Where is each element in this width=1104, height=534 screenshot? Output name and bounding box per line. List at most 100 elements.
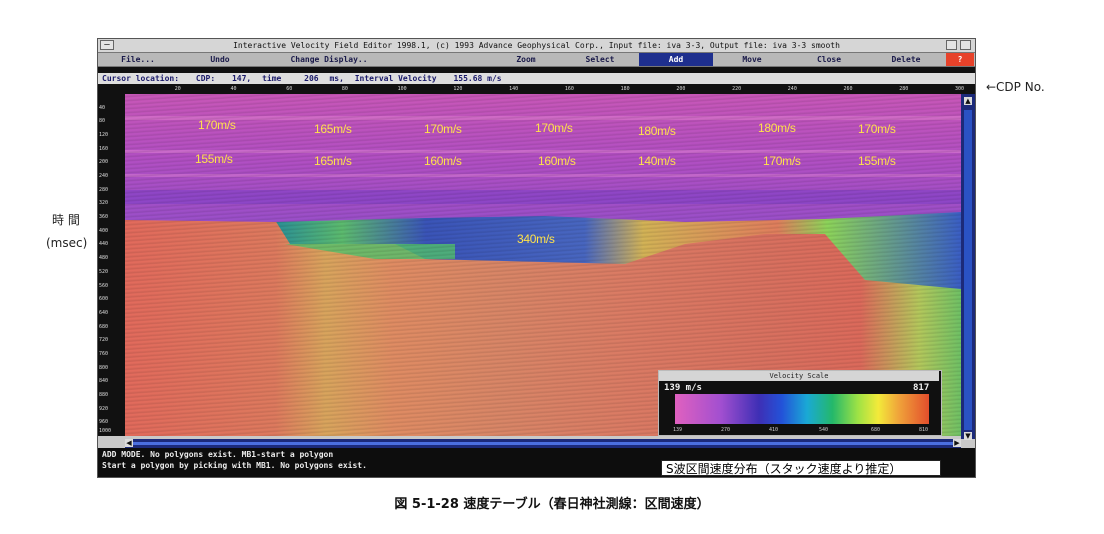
velocity-label: 340m/s — [517, 232, 555, 246]
velocity-scale-tick: 270 — [721, 427, 731, 433]
time-tick-label: 560 — [99, 282, 109, 289]
interval-velocity-label: Interval Velocity — [354, 74, 437, 83]
message-area: ADD MODE. No polygons exist. MB1-start a… — [98, 448, 975, 477]
menu-move[interactable]: Move — [716, 53, 788, 66]
time-tick-label: 160 — [99, 145, 109, 152]
velocity-scale-panel: Velocity Scale 139 m/s 817 139 270 410 5… — [658, 370, 942, 436]
time-value: 206 — [304, 74, 319, 83]
minimize-button[interactable] — [946, 40, 957, 50]
time-tick-label: 80 — [99, 118, 106, 125]
time-tick-label: 680 — [99, 323, 109, 330]
velocity-scale-tick: 540 — [819, 427, 829, 433]
title-bar: – Interactive Velocity Field Editor 1998… — [98, 39, 975, 53]
cdp-tick-label: 260 — [843, 86, 853, 92]
horizontal-scroll-thumb[interactable] — [133, 442, 953, 445]
time-tick-label: 320 — [99, 200, 109, 207]
time-tick-label: 760 — [99, 350, 109, 357]
scroll-up-icon[interactable]: ▲ — [964, 97, 972, 105]
menu-undo[interactable]: Undo — [190, 53, 250, 66]
msec-unit-label: (msec) — [46, 236, 88, 250]
window-menu-button[interactable]: – — [100, 40, 114, 50]
message-line-1: ADD MODE. No polygons exist. MB1-start a… — [102, 450, 334, 459]
cdp-tick-label: 300 — [955, 86, 965, 92]
velocity-scale-tick: 680 — [871, 427, 881, 433]
time-tick-label: 920 — [99, 405, 109, 412]
velocity-label: 160m/s — [538, 154, 576, 168]
time-tick-label: 360 — [99, 214, 109, 221]
time-tick-label: 40 — [99, 104, 106, 111]
velocity-label: 160m/s — [424, 154, 462, 168]
help-button[interactable]: ? — [946, 53, 974, 66]
time-tick-label: 640 — [99, 309, 109, 316]
s-wave-caption: S波区間速度分布（スタック速度より推定） — [661, 460, 941, 476]
time-tick-label: 400 — [99, 227, 109, 234]
menu-delete[interactable]: Delete — [868, 53, 944, 66]
time-unit: ms, — [329, 74, 344, 83]
cdp-tick-label: 100 — [397, 86, 407, 92]
time-tick-label: 200 — [99, 159, 109, 166]
menu-add[interactable]: Add — [639, 53, 713, 66]
cdp-tick-label: 160 — [564, 86, 574, 92]
time-tick-label: 120 — [99, 132, 109, 139]
menu-file[interactable]: File... — [108, 53, 168, 66]
cdp-tick-label: 240 — [787, 86, 797, 92]
time-tick-label: 240 — [99, 173, 109, 180]
velocity-label: 155m/s — [858, 154, 896, 168]
time-tick-label: 960 — [99, 419, 109, 426]
velocity-scale-max: 817 — [913, 383, 930, 393]
maximize-button[interactable] — [960, 40, 971, 50]
velocity-scale-title: Velocity Scale — [659, 371, 939, 381]
velocity-label: 180m/s — [758, 121, 796, 135]
time-tick-label: 280 — [99, 186, 109, 193]
cdp-axis-ruler: 20 40 60 80 100 120 140 160 180 200 220 240 260 280 30… — [98, 84, 975, 94]
scroll-right-icon[interactable]: ▶ — [953, 439, 961, 447]
vertical-scroll-thumb[interactable] — [964, 110, 972, 430]
cdp-number-label: ←CDP No. — [986, 80, 1045, 94]
velocity-color-bar — [675, 394, 929, 424]
velocity-label: 170m/s — [858, 122, 896, 136]
vertical-scrollbar[interactable]: ▲ ▼ — [961, 94, 975, 440]
figure-caption: 図 5-1-28 速度テーブル（春日神社測線：区間速度） — [394, 497, 710, 512]
interval-velocity-value: 155.68 m/s — [453, 74, 502, 83]
velocity-scale-tick: 410 — [769, 427, 779, 433]
window-title: Interactive Velocity Field Editor 1998.1… — [233, 41, 840, 50]
cdp-tick-label: 280 — [899, 86, 909, 92]
scroll-left-icon[interactable]: ◀ — [125, 439, 133, 447]
time-tick-label: 1000 — [99, 428, 112, 434]
time-tick-label: 480 — [99, 255, 109, 262]
cdp-tick-label: 120 — [453, 86, 463, 92]
velocity-label: 180m/s — [638, 124, 676, 138]
velocity-label: 170m/s — [763, 154, 801, 168]
time-tick-label: 720 — [99, 337, 109, 344]
cdp-tick-label: 40 — [230, 86, 237, 92]
cdp-tick-label: 140 — [509, 86, 519, 92]
time-tick-label: 600 — [99, 296, 109, 303]
cdp-tick-label: 200 — [676, 86, 686, 92]
velocity-scale-min: 139 m/s — [664, 383, 702, 393]
cdp-tick-label: 20 — [174, 86, 181, 92]
cursor-location-label: Cursor location: — [102, 74, 180, 83]
cdp-label: CDP: — [195, 74, 216, 83]
menu-close[interactable]: Close — [792, 53, 866, 66]
menu-zoom[interactable]: Zoom — [490, 53, 562, 66]
time-label: time — [262, 74, 282, 83]
cdp-tick-label: 180 — [620, 86, 630, 92]
velocity-label: 170m/s — [198, 118, 236, 132]
time-axis: 40 80 120 160 200 240 280 320 360 400 440 480 520 560… — [98, 94, 125, 436]
velocity-label: 140m/s — [638, 154, 676, 168]
velocity-label: 170m/s — [424, 122, 462, 136]
menu-change-display[interactable]: Change Display.. — [274, 53, 384, 66]
horizontal-scrollbar[interactable]: ◀ ▶ — [125, 439, 961, 448]
velocity-label: 170m/s — [535, 121, 573, 135]
cursor-status-bar: Cursor location: CDP: 147, time 206 ms, … — [98, 73, 975, 84]
menu-select[interactable]: Select — [564, 53, 636, 66]
scroll-down-icon[interactable]: ▼ — [964, 432, 972, 440]
cdp-tick-label: 220 — [732, 86, 742, 92]
cdp-value: 147, — [231, 74, 252, 83]
cdp-tick-label: 60 — [286, 86, 293, 92]
velocity-scale-tick: 810 — [919, 427, 929, 433]
time-tick-label: 440 — [99, 241, 109, 248]
time-tick-label: 880 — [99, 391, 109, 398]
time-tick-label: 520 — [99, 268, 109, 275]
time-tick-label: 800 — [99, 364, 109, 371]
